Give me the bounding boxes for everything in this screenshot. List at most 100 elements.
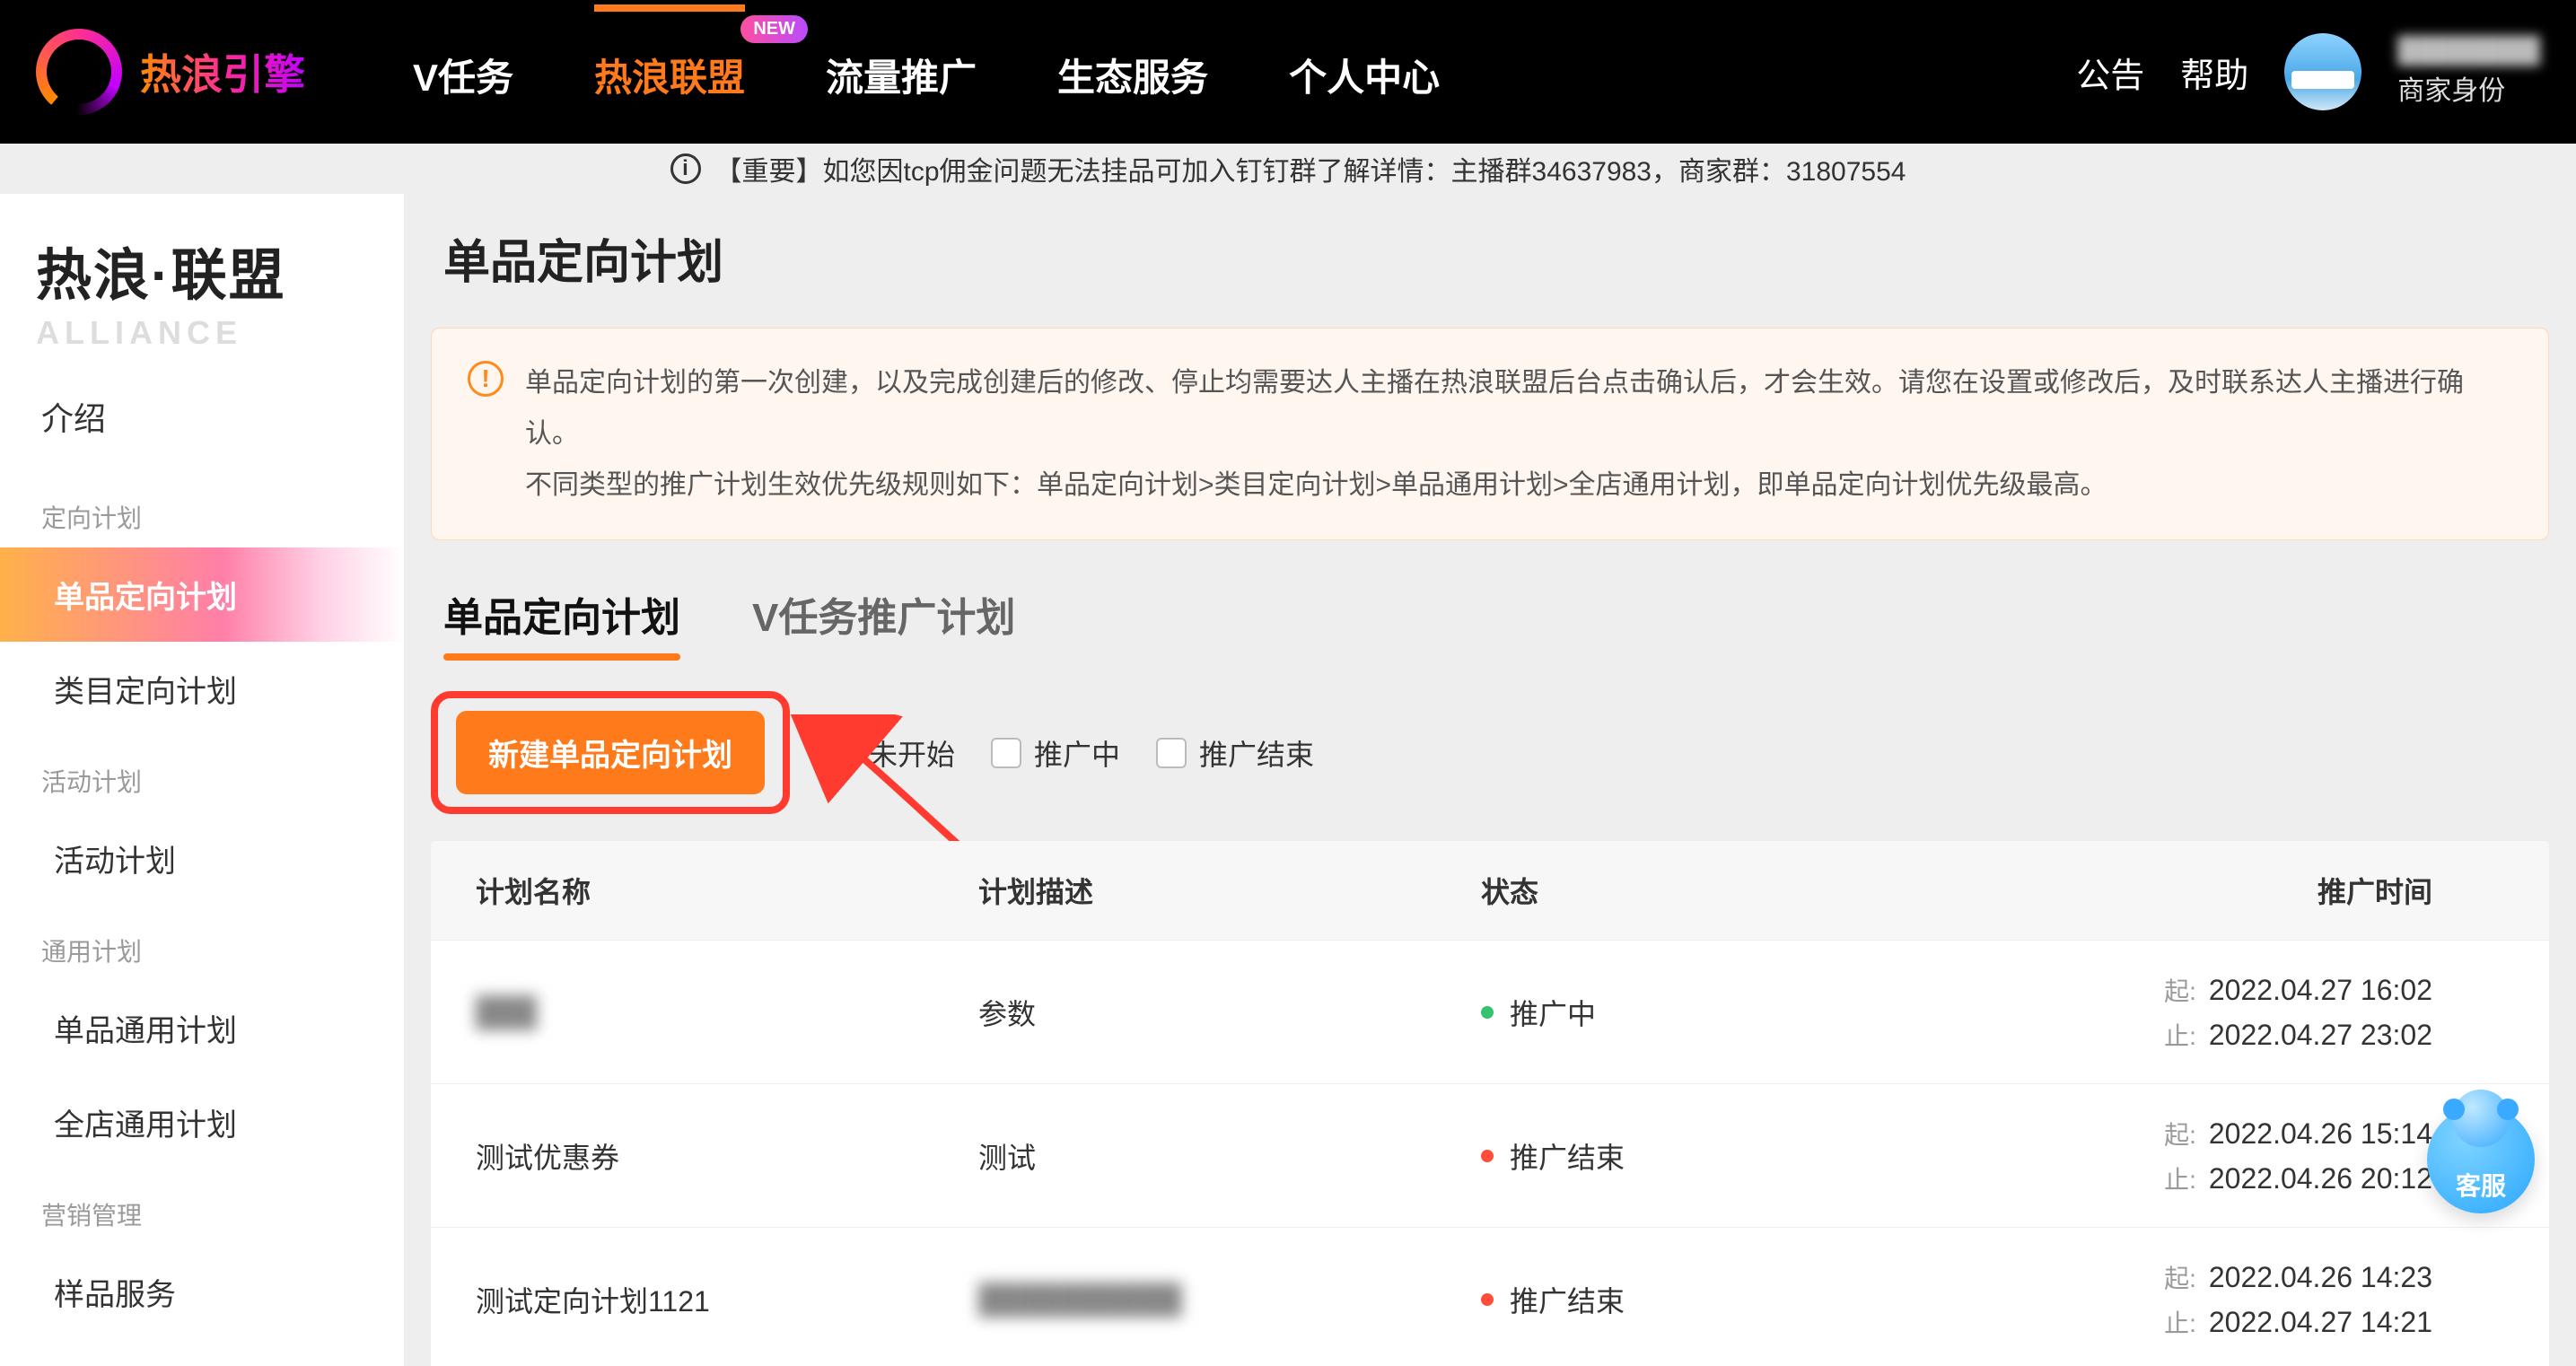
top-right: 公告 帮助 ████████ 商家身份	[2076, 33, 2540, 110]
time-end-label: 止:	[2164, 1166, 2196, 1194]
user-block[interactable]: ████████ 商家身份	[2397, 36, 2540, 108]
brand[interactable]: 热浪引擎	[36, 29, 305, 115]
customer-service-label: 客服	[2456, 1167, 2506, 1203]
page-title: 单品定向计划	[443, 224, 2549, 292]
tab-vtask-promo[interactable]: V任务推广计划	[752, 585, 1015, 659]
top-nav: V任务 热浪联盟 NEW 流量推广 生态服务 个人中心	[413, 42, 1440, 102]
table-header: 计划名称 计划描述 状态 推广时间 操作	[431, 841, 2549, 940]
checkbox-icon	[826, 738, 856, 768]
cell-status: 推广中	[1481, 992, 1984, 1033]
time-start-label: 起:	[2164, 977, 2196, 1005]
customer-service-button[interactable]: 客服	[2427, 1106, 2535, 1213]
cell-desc: ██████████	[978, 1283, 1481, 1316]
logo-text: 热浪引擎	[140, 42, 305, 101]
sidebar-item-category-directed[interactable]: 类目定向计划	[0, 642, 404, 736]
user-role: 商家身份	[2397, 68, 2505, 108]
status-dot-icon	[1481, 1293, 1494, 1306]
filter-running-label: 推广中	[1034, 732, 1120, 774]
status-dot-icon	[1481, 1150, 1494, 1162]
tab-single-directed[interactable]: 单品定向计划	[443, 585, 680, 659]
status-text: 推广中	[1510, 992, 1596, 1033]
notice-box: ! 单品定向计划的第一次创建，以及完成创建后的修改、停止均需要达人主播在热浪联盟…	[431, 328, 2549, 540]
cell-time: 起:2022.04.26 14:23 止:2022.04.27 14:21	[1984, 1259, 2432, 1340]
filter-running[interactable]: 推广中	[991, 732, 1120, 774]
cell-name: ███	[476, 995, 978, 1029]
time-end-label: 止:	[2164, 1309, 2196, 1337]
sidebar-group-effect: 推广效果	[0, 1339, 404, 1366]
status-text: 推广结束	[1510, 1135, 1625, 1177]
sidebar-item-activity-plan[interactable]: 活动计划	[0, 811, 404, 906]
col-status: 状态	[1481, 870, 1984, 911]
checkbox-icon	[1156, 738, 1187, 768]
mascot-ear-icon	[2497, 1099, 2519, 1120]
cell-name: 测试优惠券	[476, 1135, 978, 1177]
time-start-label: 起:	[2164, 1121, 2196, 1149]
time-end: 2022.04.27 23:02	[2209, 1019, 2432, 1051]
cell-action: 查看详情	[2432, 1279, 2549, 1320]
warning-icon: !	[468, 361, 504, 397]
nav-traffic[interactable]: 流量推广	[826, 42, 977, 102]
cell-desc: 参数	[978, 992, 1481, 1033]
col-desc: 计划描述	[978, 870, 1481, 911]
filter-ended[interactable]: 推广结束	[1156, 732, 1314, 774]
sidebar-item-single-general[interactable]: 单品通用计划	[0, 981, 404, 1075]
info-strip-text: 【重要】如您因tcp佣金问题无法挂品可加入钉钉群了解详情：主播群34637983…	[715, 149, 1906, 188]
status-dot-icon	[1481, 1006, 1494, 1019]
sidebar-item-single-directed[interactable]: 单品定向计划	[0, 547, 404, 642]
announce-link[interactable]: 公告	[2076, 48, 2144, 97]
mascot-ear-icon	[2443, 1099, 2465, 1120]
nav-v-task[interactable]: V任务	[413, 42, 513, 102]
create-plan-button[interactable]: 新建单品定向计划	[456, 711, 765, 794]
sidebar-item-store-general[interactable]: 全店通用计划	[0, 1075, 404, 1169]
cell-action: 查看详情	[2432, 992, 2549, 1033]
col-name: 计划名称	[476, 870, 978, 911]
time-end-label: 止:	[2164, 1022, 2196, 1050]
main: 单品定向计划 ! 单品定向计划的第一次创建，以及完成创建后的修改、停止均需要达人…	[404, 194, 2576, 1366]
time-end: 2022.04.26 20:12	[2209, 1162, 2432, 1195]
sidebar-group-directed: 定向计划	[0, 472, 404, 547]
table-row: 测试优惠券 测试 推广结束 起: 2022.04.26 15:14 止: 2022.…	[431, 1083, 2549, 1227]
cell-time: 起: 2022.04.27 16:02 止: 2022.04.27 23:02	[1984, 972, 2432, 1053]
info-icon: i	[670, 153, 701, 184]
nav-ecosystem[interactable]: 生态服务	[1057, 42, 1208, 102]
nav-alliance-label: 热浪联盟	[594, 57, 745, 99]
time-start: 2022.04.26 15:14	[2209, 1117, 2432, 1150]
top-bar: 热浪引擎 V任务 热浪联盟 NEW 流量推广 生态服务 个人中心 公告 帮助 █…	[0, 0, 2576, 144]
status-text: 推广结束	[1510, 1279, 1625, 1320]
create-button-callout: 新建单品定向计划	[431, 691, 790, 814]
time-start-label: 起:	[2164, 1265, 2196, 1292]
notice-line-1: 单品定向计划的第一次创建，以及完成创建后的修改、停止均需要达人主播在热浪联盟后台…	[525, 357, 2512, 460]
tabs: 单品定向计划 V任务推广计划	[443, 585, 2549, 659]
filter-not-started-label: 未开始	[869, 732, 955, 774]
table-row: ███ 参数 推广中 起: 2022.04.27 16:02 止: 2022.04.…	[431, 940, 2549, 1083]
notice-text: 单品定向计划的第一次创建，以及完成创建后的修改、停止均需要达人主播在热浪联盟后台…	[525, 357, 2512, 511]
nav-personal[interactable]: 个人中心	[1289, 42, 1440, 102]
cell-time: 起: 2022.04.26 15:14 止: 2022.04.26 20:12	[1984, 1116, 2432, 1196]
sidebar-group-general: 通用计划	[0, 906, 404, 981]
cell-status: 推广结束	[1481, 1135, 1984, 1177]
col-action: 操作	[2432, 870, 2549, 911]
sidebar-group-activity: 活动计划	[0, 736, 404, 811]
time-start: 2022.04.27 16:02	[2209, 974, 2432, 1006]
filter-not-started[interactable]: 未开始	[826, 732, 955, 774]
user-name: ████████	[2397, 36, 2540, 65]
sidebar-item-sample-service[interactable]: 样品服务	[0, 1245, 404, 1339]
col-time: 推广时间	[1984, 870, 2432, 911]
sidebar-intro[interactable]: 介绍	[0, 352, 404, 472]
cell-name: 测试定向计划1121	[476, 1279, 978, 1320]
checkbox-icon	[991, 738, 1021, 768]
sidebar: 热浪·联盟 ALLIANCE 介绍 定向计划 单品定向计划 类目定向计划 活动计…	[0, 194, 404, 1366]
notice-line-2: 不同类型的推广计划生效优先级规则如下：单品定向计划>类目定向计划>单品通用计划>…	[525, 460, 2512, 511]
help-link[interactable]: 帮助	[2180, 48, 2248, 97]
time-end: 2022.04.27 14:21	[2209, 1306, 2432, 1338]
cell-status: 推广结束	[1481, 1279, 1984, 1320]
avatar[interactable]	[2284, 33, 2361, 110]
sidebar-title: 热浪·联盟	[0, 230, 404, 311]
nav-alliance-badge: NEW	[740, 15, 808, 43]
sidebar-group-marketing: 营销管理	[0, 1169, 404, 1245]
info-strip: i 【重要】如您因tcp佣金问题无法挂品可加入钉钉群了解详情：主播群346379…	[0, 144, 2576, 194]
action-row: 新建单品定向计划 未开始 推广中 推广结束	[431, 691, 2549, 814]
plans-table: 计划名称 计划描述 状态 推广时间 操作 ███ 参数 推广中 起: 2022.0…	[431, 841, 2549, 1366]
cell-desc: 测试	[978, 1135, 1481, 1177]
nav-alliance[interactable]: 热浪联盟 NEW	[594, 42, 745, 102]
